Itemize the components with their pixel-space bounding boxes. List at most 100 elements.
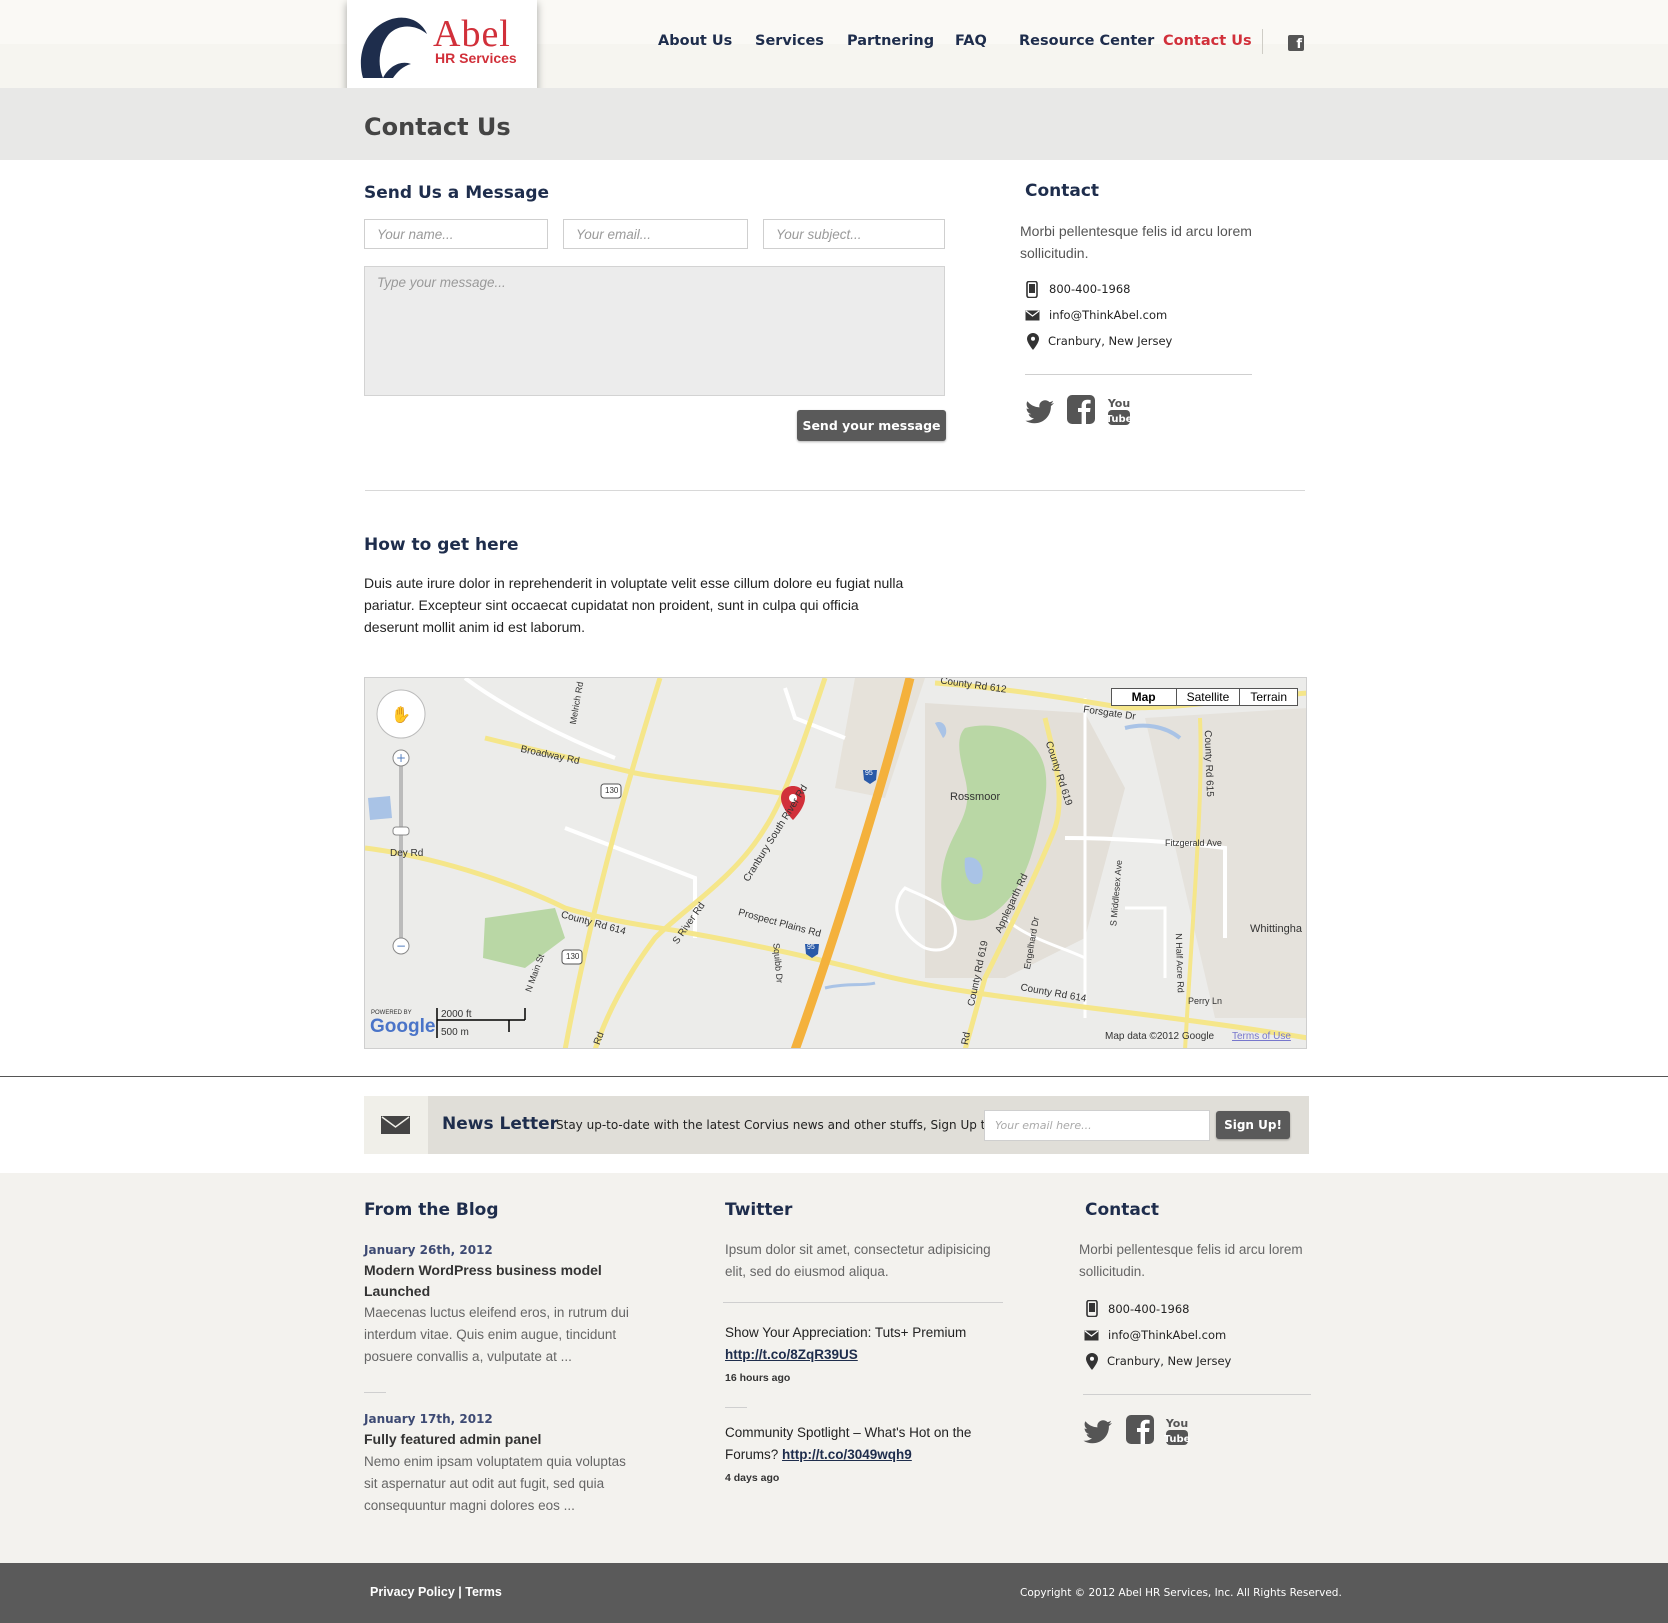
footer-contact-phone: 800-400-1968 bbox=[1108, 1302, 1190, 1316]
message-textarea[interactable] bbox=[364, 266, 945, 396]
nav-resource-center[interactable]: Resource Center bbox=[1019, 33, 1154, 49]
sign-up-button[interactable]: Sign Up! bbox=[1216, 1111, 1290, 1139]
map-type-switcher: Map Satellite Terrain bbox=[1110, 688, 1298, 706]
nav-divider bbox=[1262, 29, 1263, 54]
map-type-map[interactable]: Map bbox=[1112, 689, 1176, 705]
bottom-bar bbox=[0, 1563, 1668, 1623]
facebook-icon[interactable] bbox=[1067, 395, 1095, 424]
svg-text:You: You bbox=[1107, 397, 1130, 410]
map-type-satellite[interactable]: Satellite bbox=[1175, 689, 1240, 705]
logo-wave-icon bbox=[360, 17, 427, 78]
tweet-divider bbox=[725, 1407, 747, 1408]
twitter-intro: Ipsum dolor sit amet, consectetur adipis… bbox=[725, 1242, 991, 1279]
svg-text:You: You bbox=[1165, 1417, 1188, 1430]
footer-contact-heading: Contact bbox=[1085, 1200, 1160, 1220]
subject-input[interactable] bbox=[763, 219, 945, 249]
contact-email[interactable]: info@ThinkAbel.com bbox=[1049, 308, 1167, 322]
contact-intro: Morbi pellentesque felis id arcu lorem s… bbox=[1020, 223, 1252, 261]
tweet-link[interactable]: http://t.co/3049wqh9 bbox=[782, 1447, 912, 1462]
google-logo[interactable]: Google bbox=[370, 1016, 435, 1038]
footer-contact-email[interactable]: info@ThinkAbel.com bbox=[1108, 1328, 1226, 1342]
mail-icon bbox=[1025, 310, 1040, 321]
page-title: Contact Us bbox=[364, 113, 511, 141]
map-label-dey: Dey Rd bbox=[390, 848, 424, 859]
blog-post-title[interactable]: Modern WordPress business model Launched bbox=[364, 1260, 634, 1302]
map-type-terrain[interactable]: Terrain bbox=[1239, 689, 1297, 705]
bottom-links-separator: | bbox=[458, 1585, 462, 1599]
map-scale-ft: 2000 ft bbox=[441, 1009, 472, 1020]
footer-contact-intro: Morbi pellentesque felis id arcu lorem s… bbox=[1079, 1242, 1303, 1279]
blog-heading: From the Blog bbox=[364, 1200, 499, 1220]
header bbox=[0, 0, 1668, 88]
tweet-link[interactable]: http://t.co/8ZqR39US bbox=[725, 1347, 858, 1362]
twitter-icon[interactable] bbox=[1083, 1420, 1113, 1444]
newsletter-top-rule bbox=[0, 1076, 1668, 1077]
nav-services[interactable]: Services bbox=[755, 33, 824, 49]
name-input[interactable] bbox=[364, 219, 548, 249]
location-pin-icon bbox=[1086, 1353, 1098, 1370]
map-label-perry: Perry Ln bbox=[1188, 996, 1223, 1006]
map-label-fitzgerald: Fitzgerald Ave bbox=[1165, 838, 1222, 848]
footer-contact-location: Cranbury, New Jersey bbox=[1107, 1354, 1232, 1368]
blog-post-date: January 17th, 2012 bbox=[364, 1412, 493, 1426]
contact-heading: Contact bbox=[1025, 181, 1100, 201]
tweet: Show Your Appreciation: Tuts+ Premium ht… bbox=[725, 1322, 985, 1366]
email-input[interactable] bbox=[563, 219, 748, 249]
blog-post-title[interactable]: Fully featured admin panel bbox=[364, 1429, 634, 1450]
map-label-n-half-acre: N Half Acre Rd bbox=[1173, 933, 1186, 993]
bottom-links: Privacy Policy | Terms bbox=[370, 1585, 502, 1599]
map-label-county-615: County Rd 615 bbox=[1201, 729, 1216, 798]
newsletter-icon-box bbox=[364, 1096, 428, 1154]
tweet: Community Spotlight – What's Hot on the … bbox=[725, 1422, 985, 1466]
newsletter-email-input[interactable] bbox=[984, 1110, 1210, 1141]
blog-post-divider bbox=[364, 1392, 386, 1393]
youtube-icon[interactable]: You Tube bbox=[1164, 1416, 1190, 1446]
phone-icon bbox=[1026, 281, 1038, 298]
logo[interactable]: Abel HR Services bbox=[347, 0, 537, 92]
map-label-rd-bottom-b: Rd bbox=[959, 1031, 973, 1046]
youtube-icon[interactable]: You Tube bbox=[1106, 396, 1132, 426]
map-terms-link[interactable]: Terms of Use bbox=[1232, 1031, 1291, 1042]
facebook-icon[interactable] bbox=[1126, 1415, 1154, 1444]
directions-heading: How to get here bbox=[364, 535, 519, 555]
blog-post-date: January 26th, 2012 bbox=[364, 1243, 493, 1257]
phone-icon bbox=[1086, 1300, 1098, 1317]
map-label-rossmoor: Rossmoor bbox=[950, 791, 1001, 803]
directions-text: Duis aute irure dolor in reprehenderit i… bbox=[364, 575, 904, 635]
twitter-icon[interactable] bbox=[1025, 400, 1055, 424]
contact-divider bbox=[1025, 374, 1252, 375]
blog-post-excerpt: Maecenas luctus eleifend eros, in rutrum… bbox=[364, 1305, 629, 1364]
map-shield-95: 95 bbox=[865, 770, 873, 777]
svg-text:Tube: Tube bbox=[1106, 414, 1132, 425]
envelope-icon bbox=[381, 1116, 410, 1134]
map-attribution: Map data ©2012 Google bbox=[1105, 1031, 1215, 1042]
logo-tagline: HR Services bbox=[435, 50, 517, 66]
map-shield-130: 130 bbox=[605, 786, 619, 795]
tweet-text: Show Your Appreciation: Tuts+ Premium bbox=[725, 1325, 967, 1340]
facebook-icon[interactable]: f bbox=[1288, 35, 1304, 52]
map-shield-130-b: 130 bbox=[566, 952, 580, 961]
svg-text:✋: ✋ bbox=[391, 705, 411, 724]
nav-faq[interactable]: FAQ bbox=[955, 33, 987, 49]
send-message-button[interactable]: Send your message bbox=[797, 410, 946, 441]
svg-text:+: + bbox=[396, 751, 406, 765]
map[interactable]: ✋ + − Broadway Rd Cranbury South River R… bbox=[364, 677, 1307, 1049]
blog-post-excerpt: Nemo enim ipsam voluptatem quia voluptas… bbox=[364, 1454, 626, 1513]
mail-icon bbox=[1084, 1330, 1099, 1341]
nav-partnering[interactable]: Partnering bbox=[847, 33, 934, 49]
privacy-policy-link[interactable]: Privacy Policy bbox=[370, 1585, 455, 1599]
title-band bbox=[0, 88, 1668, 160]
nav-about-us[interactable]: About Us bbox=[658, 33, 732, 49]
footer bbox=[0, 1173, 1668, 1563]
nav-contact-us[interactable]: Contact Us bbox=[1163, 33, 1252, 49]
terms-link[interactable]: Terms bbox=[465, 1585, 502, 1599]
map-canvas[interactable]: ✋ + − bbox=[365, 678, 1307, 1049]
location-pin-icon bbox=[1027, 333, 1039, 350]
contact-location: Cranbury, New Jersey bbox=[1048, 334, 1173, 348]
contact-phone: 800-400-1968 bbox=[1049, 282, 1131, 296]
form-heading: Send Us a Message bbox=[364, 183, 550, 203]
svg-text:Tube: Tube bbox=[1164, 1434, 1190, 1445]
footer-contact-divider bbox=[1083, 1394, 1311, 1395]
newsletter-title: News Letter bbox=[442, 1114, 559, 1134]
svg-text:−: − bbox=[396, 939, 406, 953]
